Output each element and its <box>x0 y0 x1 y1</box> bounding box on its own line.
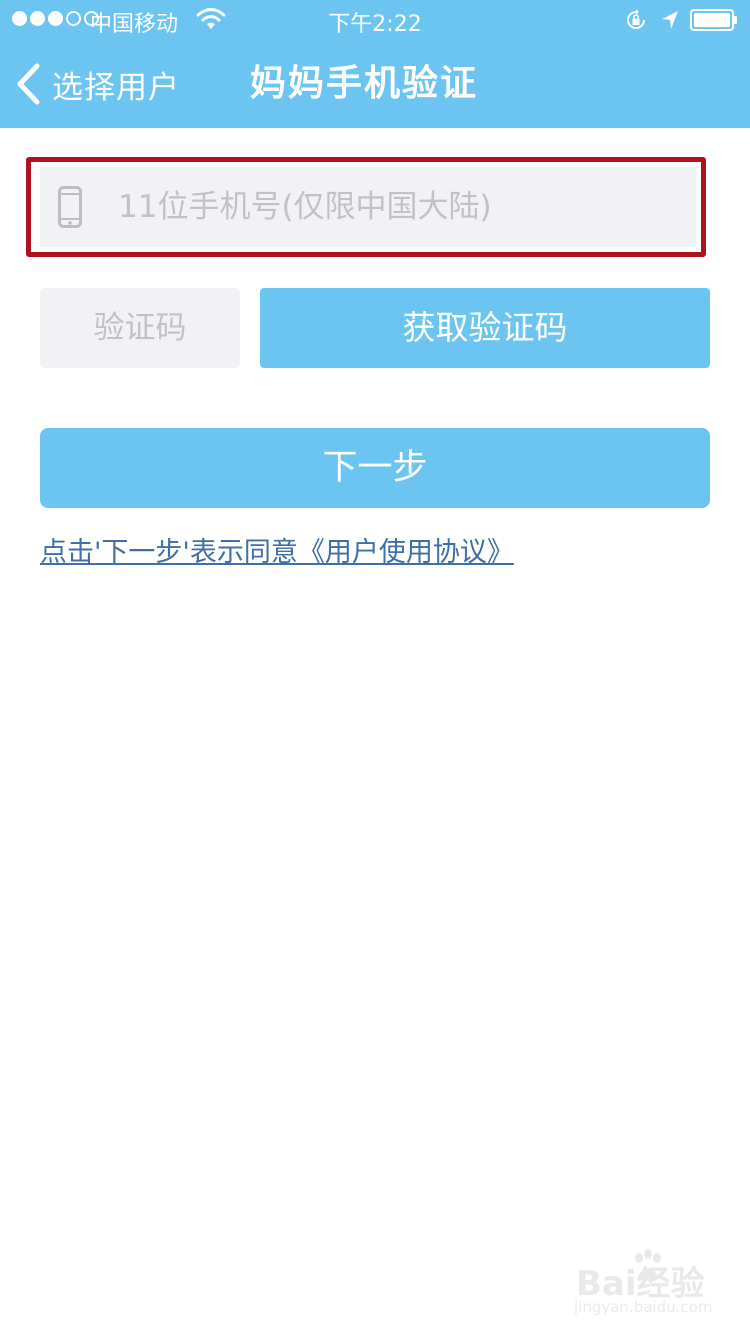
baidu-jingyan-watermark: Bai经验 jingyan.baidu.com <box>572 1248 722 1318</box>
navigation-bar: 选择用户 妈妈手机验证 <box>0 40 750 128</box>
status-bar: 中国移动 下午2:22 <box>0 0 750 40</box>
location-arrow-icon <box>662 11 678 29</box>
verification-code-field[interactable] <box>40 288 240 368</box>
back-button-label: 选择用户 <box>52 69 180 106</box>
next-step-button[interactable]: 下一步 <box>40 428 710 508</box>
battery-icon <box>690 9 737 31</box>
watermark-url: jingyan.baidu.com <box>574 1298 713 1316</box>
top-bar: 中国移动 下午2:22 选择用户 妈妈手机验证 <box>0 0 750 128</box>
verification-code-input[interactable] <box>40 288 240 368</box>
page-title: 妈妈手机验证 <box>250 63 479 104</box>
back-chevron-icon <box>17 63 40 105</box>
rotation-lock-icon <box>627 9 645 29</box>
get-code-button[interactable]: 获取验证码 <box>260 288 710 368</box>
user-agreement-link[interactable]: 点击'下一步'表示同意《用户使用协议》 <box>40 530 514 569</box>
highlight-box <box>26 157 706 257</box>
back-button[interactable]: 选择用户 <box>14 40 180 128</box>
